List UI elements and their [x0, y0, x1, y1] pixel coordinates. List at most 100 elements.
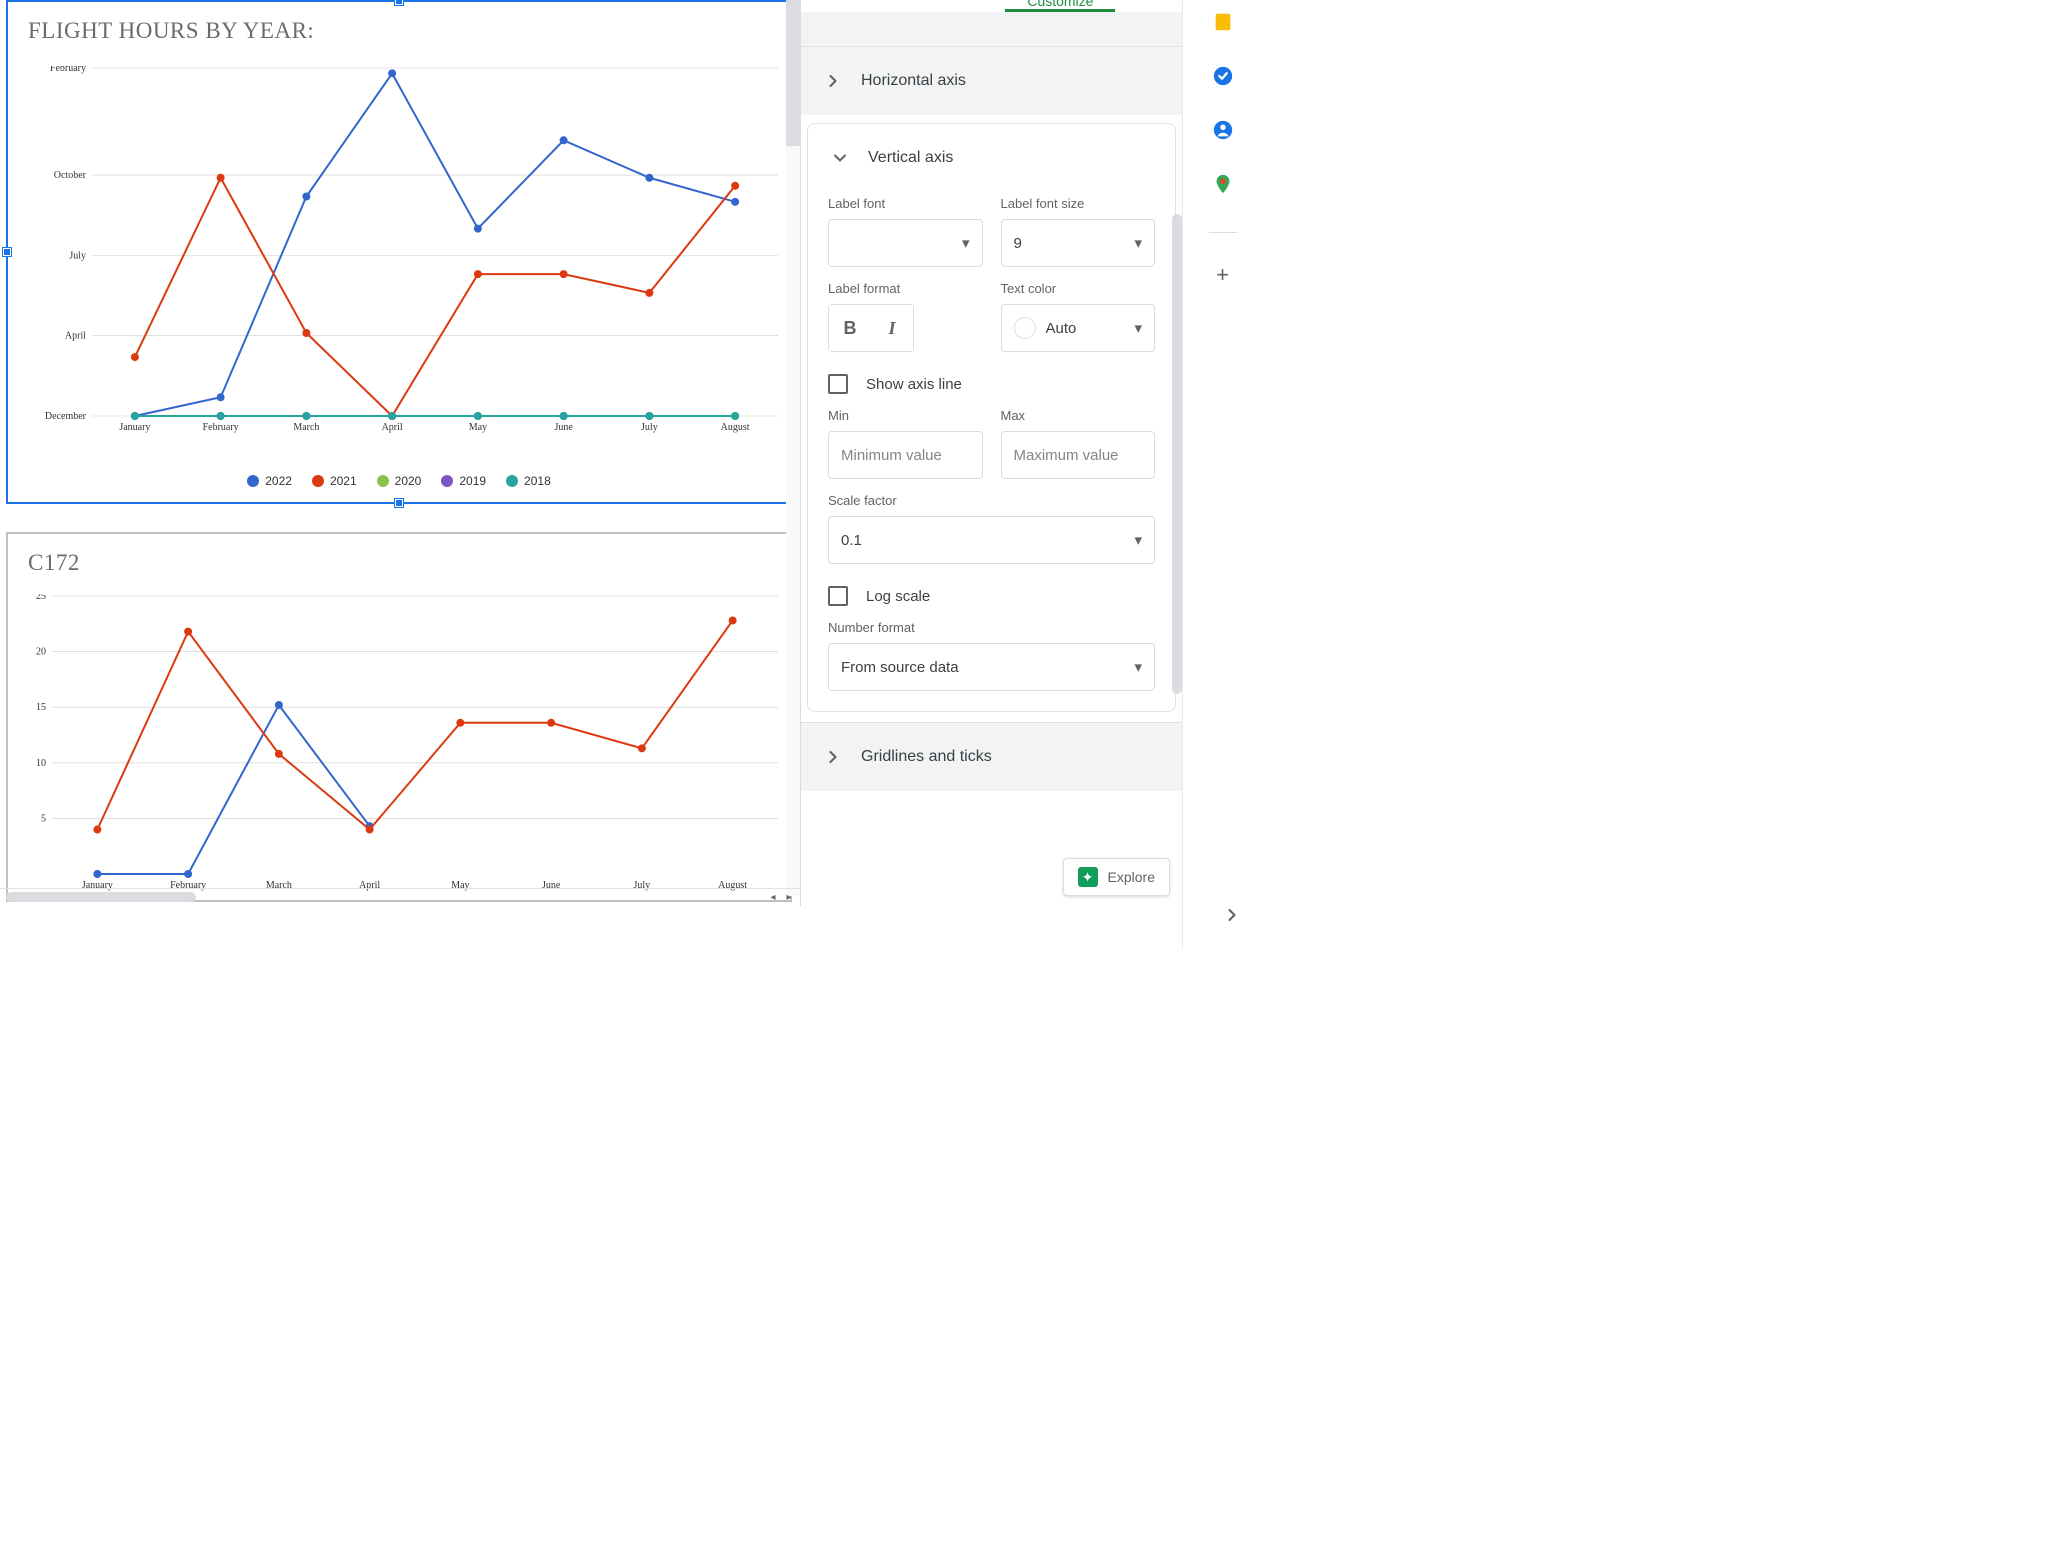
- scroll-right-icon[interactable]: ▸: [782, 891, 796, 905]
- svg-text:August: August: [721, 422, 750, 433]
- maps-icon[interactable]: [1211, 172, 1235, 196]
- group-label: Gridlines and ticks: [861, 748, 992, 766]
- chevron-right-icon: [821, 69, 845, 93]
- chart-flight-hours[interactable]: FLIGHT HOURS BY YEAR: December April July O…: [6, 0, 792, 504]
- tasks-icon[interactable]: [1211, 64, 1235, 88]
- log-scale-checkbox[interactable]: [828, 586, 848, 606]
- svg-text:July: July: [69, 250, 86, 261]
- log-scale-row[interactable]: Log scale: [828, 586, 1155, 606]
- contacts-icon[interactable]: [1211, 118, 1235, 142]
- chart-editor-panel: Setup Customize Horizontal axis Vertical…: [800, 0, 1182, 906]
- svg-text:February: February: [203, 422, 239, 433]
- scale-factor-select[interactable]: 0.1 ▾: [828, 516, 1155, 564]
- legend-item[interactable]: 2019: [441, 474, 486, 488]
- horizontal-scrollbar[interactable]: [6, 892, 766, 904]
- bold-button[interactable]: B: [829, 305, 871, 351]
- spreadsheet-canvas[interactable]: FLIGHT HOURS BY YEAR: December April July O…: [0, 0, 800, 906]
- color-swatch: [1014, 317, 1036, 339]
- text-color-label: Text color: [1001, 281, 1156, 296]
- number-format-select[interactable]: From source data ▾: [828, 643, 1155, 691]
- show-axis-line-checkbox[interactable]: [828, 374, 848, 394]
- add-addon-icon[interactable]: +: [1211, 263, 1235, 287]
- chart-legend[interactable]: 2022 2021 2020 2019 2018: [8, 474, 790, 488]
- svg-text:April: April: [65, 331, 86, 342]
- explore-spark-icon: ✦: [1078, 867, 1098, 887]
- selection-handle[interactable]: [395, 499, 403, 507]
- legend-item[interactable]: 2022: [247, 474, 292, 488]
- label-font-size-select[interactable]: 9 ▾: [1001, 219, 1156, 267]
- explore-button[interactable]: ✦ Explore: [1063, 858, 1170, 896]
- svg-text:October: October: [54, 170, 87, 181]
- chart-plot-area: 510152025JanuaryFebruaryMarchAprilMayJun…: [32, 594, 788, 894]
- chevron-down-icon: ▾: [1134, 234, 1142, 252]
- legend-dot-icon: [506, 475, 518, 487]
- svg-text:February: February: [50, 66, 86, 74]
- selection-handle[interactable]: [3, 248, 11, 256]
- chevron-right-icon: [821, 745, 845, 769]
- horizontal-scrollbar-track: ◂ ▸: [0, 888, 800, 906]
- group-vertical-axis[interactable]: Vertical axis: [808, 124, 1175, 176]
- keep-icon[interactable]: [1211, 10, 1235, 34]
- group-label: Horizontal axis: [861, 72, 966, 90]
- scroll-left-icon[interactable]: ◂: [766, 891, 780, 905]
- legend-label: 2018: [524, 474, 551, 488]
- chart-title[interactable]: FLIGHT HOURS BY YEAR:: [8, 2, 790, 44]
- legend-item[interactable]: 2021: [312, 474, 357, 488]
- number-format-label: Number format: [828, 620, 1155, 635]
- max-input[interactable]: [1001, 431, 1156, 479]
- legend-dot-icon: [441, 475, 453, 487]
- log-scale-label: Log scale: [866, 588, 930, 605]
- chart-title[interactable]: C172: [8, 534, 790, 576]
- show-axis-line-row[interactable]: Show axis line: [828, 374, 1155, 394]
- svg-text:20: 20: [36, 647, 46, 658]
- svg-text:10: 10: [36, 758, 46, 769]
- label-font-label: Label font: [828, 196, 983, 211]
- label-format-toggle: B I: [828, 304, 914, 352]
- legend-dot-icon: [247, 475, 259, 487]
- chart-plot-area: December April July October February January F…: [32, 66, 788, 436]
- svg-text:15: 15: [36, 702, 46, 713]
- label-font-select[interactable]: ▾: [828, 219, 983, 267]
- svg-text:5: 5: [41, 813, 46, 824]
- svg-text:April: April: [382, 422, 403, 433]
- svg-text:June: June: [554, 422, 573, 433]
- group-horizontal-axis[interactable]: Horizontal axis: [801, 46, 1182, 115]
- legend-label: 2019: [459, 474, 486, 488]
- svg-text:May: May: [469, 422, 487, 433]
- svg-text:July: July: [641, 422, 658, 433]
- chevron-down-icon: ▾: [1134, 319, 1142, 337]
- chevron-down-icon: [828, 146, 852, 170]
- show-axis-line-label: Show axis line: [866, 376, 962, 393]
- legend-label: 2022: [265, 474, 292, 488]
- legend-label: 2021: [330, 474, 357, 488]
- chart-c172[interactable]: C172 510152025JanuaryFebruaryMarchAprilM…: [6, 532, 792, 902]
- explore-label: Explore: [1108, 869, 1155, 885]
- legend-item[interactable]: 2018: [506, 474, 551, 488]
- collapse-sidebar-icon[interactable]: [1222, 905, 1242, 930]
- vertical-scrollbar[interactable]: [786, 0, 800, 896]
- chevron-down-icon: ▾: [1134, 531, 1142, 549]
- svg-text:March: March: [293, 422, 319, 433]
- tab-customize[interactable]: Customize: [1005, 0, 1115, 12]
- legend-dot-icon: [377, 475, 389, 487]
- svg-text:25: 25: [36, 594, 46, 602]
- italic-button[interactable]: I: [871, 305, 913, 351]
- chevron-down-icon: ▾: [962, 234, 970, 252]
- svg-text:January: January: [119, 422, 150, 433]
- legend-dot-icon: [312, 475, 324, 487]
- min-input[interactable]: [828, 431, 983, 479]
- divider: [1209, 232, 1237, 233]
- legend-item[interactable]: 2020: [377, 474, 422, 488]
- scale-factor-label: Scale factor: [828, 493, 1155, 508]
- selection-handle[interactable]: [395, 0, 403, 5]
- vertical-axis-body: Label font ▾ Label font size 9 ▾: [808, 176, 1175, 711]
- svg-text:December: December: [45, 411, 87, 422]
- text-color-select[interactable]: Auto ▾: [1001, 304, 1156, 352]
- label-format-label: Label format: [828, 281, 983, 296]
- max-label: Max: [1001, 408, 1156, 423]
- right-addon-bar: +: [1182, 0, 1262, 950]
- label-font-size-label: Label font size: [1001, 196, 1156, 211]
- panel-scrollbar[interactable]: [1172, 214, 1182, 694]
- group-gridlines[interactable]: Gridlines and ticks: [801, 722, 1182, 791]
- min-label: Min: [828, 408, 983, 423]
